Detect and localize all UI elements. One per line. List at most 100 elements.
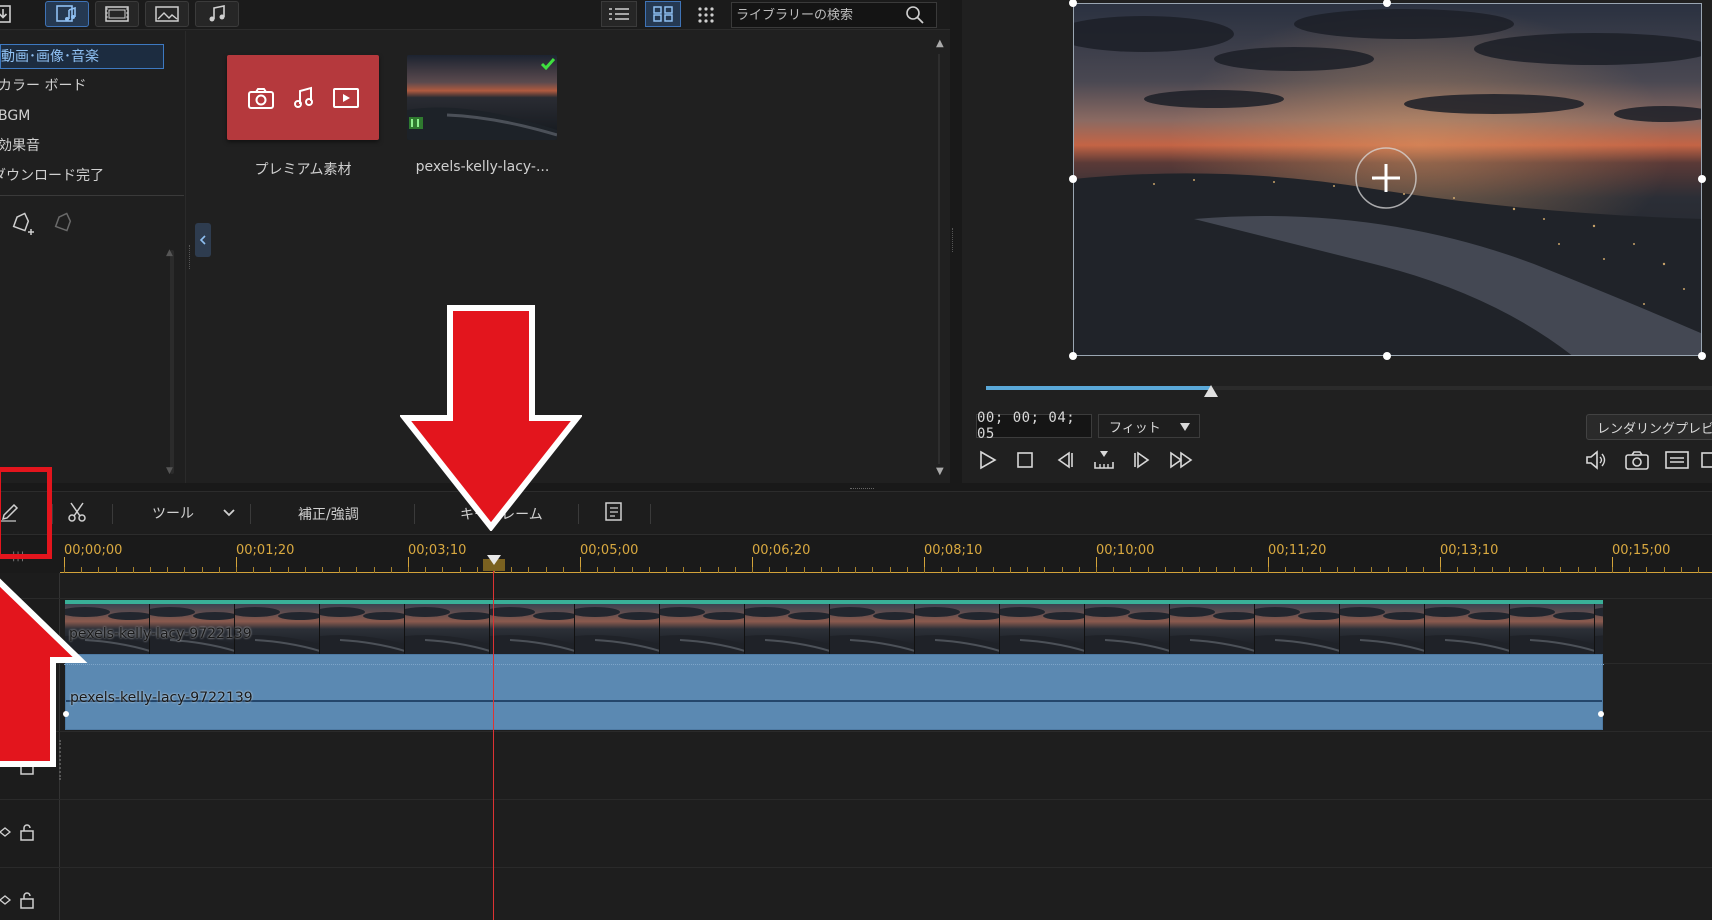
remove-tag-icon[interactable] (52, 209, 78, 235)
toolbar-divider (52, 504, 53, 524)
sidebar-scrollbar[interactable] (170, 250, 174, 474)
previous-frame-icon[interactable] (1054, 450, 1076, 470)
annotation-up-arrow (0, 578, 88, 767)
collapse-sidebar-button[interactable] (195, 223, 211, 257)
timeline-toolbar (0, 491, 1712, 535)
play-icon[interactable] (976, 449, 998, 471)
image-filter-button[interactable] (145, 1, 189, 27)
premium-content-tile[interactable] (227, 55, 379, 140)
zoom-fit-select[interactable]: フィット (1098, 414, 1200, 438)
next-frame-icon[interactable] (1131, 450, 1153, 470)
annotation-highlight-box (0, 467, 52, 559)
import-icon[interactable] (0, 3, 16, 25)
playhead-handle[interactable] (483, 555, 505, 571)
render-preview-button[interactable]: レンダリングプレビ... (1586, 414, 1712, 440)
track-divider (0, 598, 1712, 599)
video-filter-button[interactable] (95, 1, 139, 27)
snapshot-camera-icon[interactable] (1624, 449, 1650, 471)
category-label: 効果音 (0, 138, 40, 154)
scroll-up-icon[interactable]: ▲ (936, 38, 944, 49)
panel-resizer[interactable] (952, 228, 955, 252)
fix-enhance-button[interactable]: 補正/強調 (298, 504, 359, 524)
ruler-tick-label: 00;08;10 (924, 543, 983, 558)
chevron-down-icon (223, 509, 235, 517)
track-visibility-icon[interactable] (0, 892, 12, 908)
tools-dropdown[interactable]: ツール (152, 503, 236, 523)
ruler-tick-label: 00;05;00 (580, 543, 639, 558)
scroll-down-icon[interactable]: ▼ (936, 466, 944, 477)
audio-filter-button[interactable] (195, 1, 239, 27)
category-label: ダウンロード完了 (0, 168, 104, 184)
audio-clip[interactable]: pexels-kelly-lacy-9722139 (63, 654, 1604, 730)
fast-forward-icon[interactable] (1168, 450, 1196, 470)
preview-seek-progress (986, 386, 1211, 390)
stop-icon[interactable] (1016, 451, 1034, 469)
track-lock-icon[interactable] (18, 822, 36, 842)
volume-keyframe[interactable] (1598, 711, 1604, 717)
scroll-down-icon[interactable]: ▼ (166, 466, 173, 476)
category-bgm[interactable]: BGM (0, 104, 162, 129)
music-note-icon (209, 5, 225, 22)
sidebar-divider (0, 195, 184, 196)
ruler-tick-label: 00;03;10 (408, 543, 467, 558)
dropdown-arrow-icon (1180, 423, 1190, 431)
search-input[interactable] (732, 7, 904, 23)
category-color-board[interactable]: カラー ボード (0, 74, 162, 99)
search-icon[interactable] (904, 4, 926, 26)
more-options-icon[interactable] (696, 5, 716, 25)
scissors-icon[interactable] (66, 501, 88, 523)
volume-icon[interactable] (1584, 449, 1610, 471)
volume-line[interactable] (66, 700, 1602, 702)
track-visibility-icon[interactable] (0, 824, 12, 840)
chevron-left-icon (199, 235, 206, 245)
category-sound-effects[interactable]: 効果音 (0, 134, 162, 159)
grid-view-button[interactable] (645, 1, 681, 27)
video-clip[interactable]: pexels-kelly-lacy-9722139 (65, 600, 1603, 654)
zoom-fit-value: フィット (1109, 420, 1161, 436)
video-filmstrip (65, 604, 1603, 654)
media-filter-button[interactable] (45, 1, 89, 27)
film-icon (105, 6, 129, 22)
subtitle-room-icon[interactable] (602, 501, 624, 523)
ruler-tick-label: 00;00;00 (64, 543, 123, 558)
panel-resizer[interactable] (189, 245, 192, 269)
video-item-label: pexels-kelly-lacy-... (415, 159, 550, 175)
video-thumbnail[interactable] (407, 55, 557, 140)
ruler-tick-label: 00;10;00 (1096, 543, 1155, 558)
subtitles-icon[interactable] (1664, 450, 1690, 470)
category-media[interactable]: 動画･画像･音楽 (0, 44, 164, 69)
category-label: カラー ボード (0, 78, 87, 94)
scroll-up-icon[interactable]: ▲ (166, 248, 173, 258)
track-lock-icon[interactable] (18, 890, 36, 910)
library-search (731, 2, 937, 28)
list-view-button[interactable] (601, 1, 637, 27)
display-mode-icon[interactable] (1700, 450, 1712, 470)
resize-handle[interactable] (1698, 352, 1706, 360)
library-scrollbar[interactable]: ▲ ▼ (933, 38, 945, 480)
resize-handle[interactable] (1069, 352, 1077, 360)
category-label: 動画･画像･音楽 (1, 49, 99, 65)
grid-view-icon (653, 6, 673, 22)
annotation-down-arrow (400, 305, 582, 531)
track-divider (0, 731, 1712, 732)
play-box-icon (333, 87, 359, 108)
ruler-tick-label: 00;15;00 (1612, 543, 1671, 558)
resize-handle[interactable] (1698, 175, 1706, 183)
sunset-city-thumbnail (407, 55, 557, 140)
timecode-display[interactable]: 00; 00; 04; 05 (976, 410, 1092, 442)
audio-dotted-guide (64, 664, 1604, 665)
premium-content-label: プレミアム素材 (254, 162, 352, 178)
added-checkmark-icon (540, 56, 556, 72)
image-icon (155, 6, 179, 22)
category-downloaded[interactable]: ダウンロード完了 (0, 164, 156, 189)
split-marker-icon[interactable] (1092, 448, 1116, 472)
move-crosshair-icon[interactable] (1354, 146, 1418, 210)
tools-label: ツール (152, 506, 194, 522)
seek-slider-thumb[interactable] (1203, 383, 1219, 397)
media-music-icon (56, 5, 76, 22)
track-divider (0, 867, 1712, 868)
resize-handle[interactable] (1069, 175, 1077, 183)
add-tag-icon[interactable] (10, 209, 38, 237)
toolbar-divider (112, 504, 113, 524)
resize-handle[interactable] (1383, 352, 1391, 360)
